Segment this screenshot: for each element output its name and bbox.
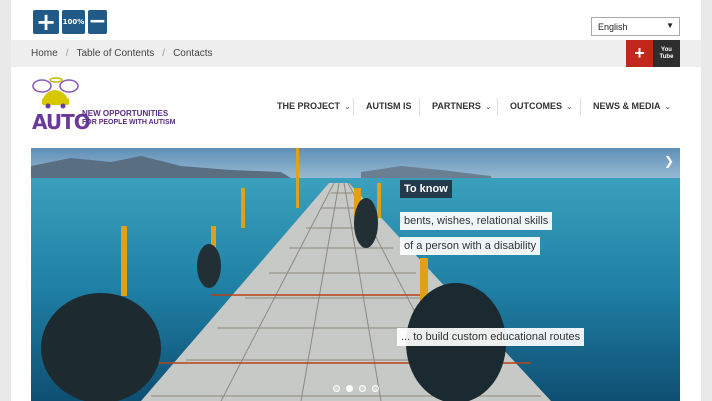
nav-divider [580,98,581,116]
breadcrumb-separator: / [162,48,166,59]
nav-divider [497,98,498,116]
nav-label: NEWS & MEDIA [593,101,661,111]
hero-caption-line-1: bents, wishes, relational skills [400,212,553,230]
zoom-out-button[interactable]: − [88,10,107,34]
slider-pagination [333,385,379,392]
chevron-down-icon: ⌄ [484,101,492,111]
hero-caption-title: To know [400,180,452,198]
breadcrumb-home[interactable]: Home [31,48,58,59]
slider-dot[interactable] [372,385,379,392]
nav-label: OUTCOMES [510,101,563,111]
nav-label: THE PROJECT [277,101,341,111]
chevron-down-icon: ⌄ [664,101,672,111]
page: + 100% − English ▼ Home / Table of Conte… [11,0,701,401]
logo-tagline-1: NEW OPPORTUNITIES [82,109,169,118]
nav-autism-is[interactable]: AUTISM IS [366,96,412,116]
breadcrumb-bar: Home / Table of Contents / Contacts [11,40,701,67]
logo-car-angel-icon [32,77,79,109]
hero-caption-line-2: of a person with a disability [400,237,541,255]
nav-partners[interactable]: PARTNERS ⌄ [432,96,492,116]
language-selected: English [598,21,628,32]
google-plus-icon: + [634,43,645,63]
top-bar: + 100% − English ▼ [11,0,701,40]
nav-divider [353,98,354,116]
dropdown-arrow-icon: ▼ [666,21,674,30]
nav-news-media[interactable]: NEWS & MEDIA ⌄ [593,96,671,116]
breadcrumb-toc[interactable]: Table of Contents [76,48,154,59]
chevron-down-icon: ⌄ [344,101,351,111]
site-logo[interactable]: AUTO NEW OPPORTUNITIES FOR PEOPLE WITH A… [31,74,191,134]
slider-dot[interactable] [333,385,340,392]
slider-dot-active[interactable] [346,385,353,392]
zoom-reset-button[interactable]: 100% [62,10,85,34]
nav-outcomes[interactable]: OUTCOMES ⌄ [510,96,573,116]
nav-label: AUTISM IS [366,101,412,111]
logo-tagline-2: FOR PEOPLE WITH AUTISM [82,119,176,126]
slider-dot[interactable] [359,385,366,392]
google-plus-button[interactable]: + [626,40,653,67]
breadcrumb-separator: / [65,48,69,59]
breadcrumb-contacts: Contacts [173,48,213,59]
hero-pier-image [31,148,680,401]
language-select[interactable]: English ▼ [591,17,680,36]
nav-label: PARTNERS [432,101,481,111]
zoom-in-button[interactable]: + [33,10,59,34]
hero-caption-line-3: ... to build custom educational routes [397,328,585,346]
nav-divider [419,98,420,116]
youtube-button[interactable]: You Tube [653,40,680,67]
hero-slider: To know bents, wishes, relational skills… [31,148,680,401]
breadcrumb: Home / Table of Contents / Contacts [31,48,213,59]
nav-the-project[interactable]: THE PROJECT ⌄ [277,96,351,116]
chevron-down-icon: ⌄ [566,101,573,111]
youtube-icon-bottom: Tube [659,53,674,60]
next-slide-icon[interactable]: ❯ [664,154,674,168]
youtube-icon-top: You [661,46,672,53]
